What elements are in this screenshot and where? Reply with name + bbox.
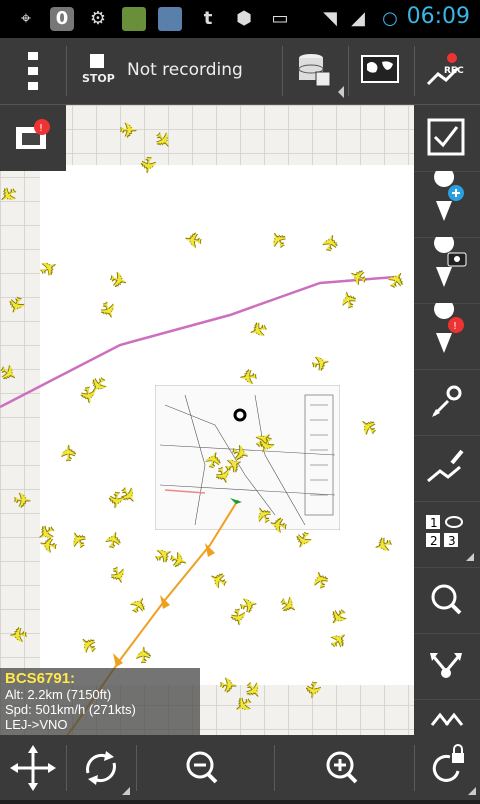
aircraft-marker[interactable]: ✈ [239, 364, 259, 390]
alert-waypoint-button[interactable]: ! [414, 299, 480, 370]
speed: Spd: 501km/h (271kts) [5, 702, 136, 717]
share-icon [430, 653, 462, 678]
search-button[interactable] [414, 567, 480, 634]
photo-waypoint-icon [434, 233, 467, 287]
search-icon [431, 584, 462, 615]
flight-info-panel[interactable]: BCS6791: Alt: 2.2km (7150ft) Spd: 501km/… [0, 668, 200, 735]
rotate-icon [86, 751, 130, 795]
menu-button[interactable] [0, 38, 66, 104]
svg-text:3: 3 [448, 534, 456, 548]
alert-waypoint-icon: ! [434, 299, 464, 353]
stop-label: STOP [82, 72, 115, 85]
aircraft-marker[interactable]: ✈ [38, 532, 58, 558]
zoom-in-button[interactable] [310, 735, 376, 800]
draw-track-icon [427, 449, 464, 483]
aircraft-marker[interactable]: ✈ [120, 120, 137, 140]
rotate-button[interactable] [68, 735, 134, 800]
stop-icon [90, 54, 104, 68]
photo-waypoint-button[interactable] [414, 233, 480, 304]
game-icon [122, 7, 146, 31]
aircraft-marker[interactable]: ✈ [301, 680, 327, 699]
chat-icon: ⬢ [236, 8, 252, 29]
lock-rotation-icon [432, 744, 476, 795]
move-button[interactable] [0, 735, 66, 800]
altitude: Alt: 2.2km (7150ft) [5, 687, 112, 702]
aircraft-marker[interactable]: ✈ [220, 673, 238, 698]
layers-button[interactable] [414, 699, 480, 735]
zoom-in-icon [326, 751, 358, 784]
svg-text:2: 2 [430, 534, 438, 548]
settings-icon: ⚙ [89, 8, 107, 29]
svg-text:!: ! [453, 321, 457, 332]
aircraft-marker[interactable]: ✈ [9, 622, 28, 648]
aircraft-marker[interactable]: ✈ [56, 444, 81, 462]
checkbox-icon [427, 118, 465, 156]
aircraft-marker[interactable]: ✈ [136, 156, 161, 174]
notification-app-icon: 0 [50, 7, 74, 31]
zoom-out-button[interactable] [170, 735, 236, 800]
checkbox-button[interactable] [414, 105, 480, 172]
draw-track-button[interactable] [414, 435, 480, 502]
database-button[interactable] [286, 38, 348, 104]
record-track-button[interactable]: REC [418, 38, 480, 104]
measure-icon [432, 385, 462, 417]
right-sidebar: ! 1 2 3 [414, 105, 480, 735]
share-button[interactable] [414, 633, 480, 700]
menu-icon [28, 52, 38, 90]
wifi-icon: ◥ [323, 8, 337, 29]
map-view[interactable]: ! ✈ ✈ ✈ ✈ ✈ ✈ ✈ ✈ ✈ ✈ ✈ ✈ ✈ ✈ ✈ ✈ ✈ ✈ ✈ ✈ ✈ ✈ ✈ ✈ ✈ ✈ ✈ ✈ ✈ ✈ ✈ ✈ ✈ ✈ ✈ ✈ ✈ ✈… [0, 105, 414, 735]
signal-icon: ◢ [351, 8, 365, 29]
lock-rotation-button[interactable] [414, 735, 480, 800]
photo-icon [158, 7, 182, 31]
aircraft-marker[interactable]: ✈ [225, 607, 252, 628]
grid-view-icon: 1 2 3 [426, 515, 474, 561]
top-toolbar: STOP Not recording REC [0, 38, 480, 105]
status-bar: ⌖ 0 ⚙ t ⬢ ▭ ◥ ◢ ○ 06:09 [0, 0, 480, 38]
aircraft-marker[interactable]: ✈ [14, 488, 31, 512]
layers-icon [430, 712, 464, 726]
map-source-button[interactable] [352, 38, 414, 104]
svg-text:1: 1 [430, 516, 438, 530]
no-sim-icon: ▭ [271, 8, 289, 29]
aircraft-marker[interactable]: ✈ [104, 491, 129, 510]
grid-view-button[interactable]: 1 2 3 [414, 501, 480, 568]
clock: 06:09 [406, 4, 470, 29]
aircraft-marker[interactable]: ✈ [183, 227, 203, 253]
recording-status: Not recording [127, 60, 243, 80]
callsign: BCS6791: [5, 670, 76, 687]
tumblr-icon: t [203, 8, 213, 29]
add-waypoint-icon [434, 167, 464, 221]
world-map-icon [361, 55, 399, 83]
zoom-out-icon [186, 751, 218, 784]
circle-icon: ○ [382, 8, 398, 29]
gps-icon: ⌖ [20, 8, 32, 29]
bottom-toolbar [0, 735, 480, 800]
database-icon [298, 54, 344, 98]
aircraft-marker[interactable]: ✈ [131, 646, 156, 664]
add-waypoint-button[interactable] [414, 167, 480, 238]
route: LEJ->VNO [5, 717, 68, 732]
move-icon [10, 745, 56, 791]
measure-button[interactable] [414, 369, 480, 436]
rec-label: REC [444, 66, 464, 76]
